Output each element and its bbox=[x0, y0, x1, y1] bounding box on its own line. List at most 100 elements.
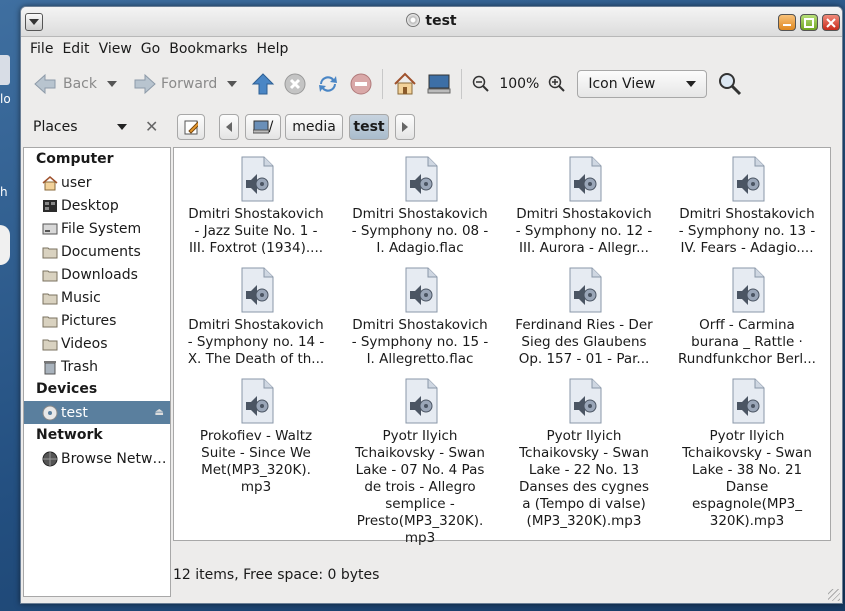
menu-edit[interactable]: Edit bbox=[59, 38, 95, 62]
file-name-line: - Symphony no. 14 - bbox=[187, 334, 325, 350]
chevron-right-icon bbox=[402, 122, 408, 132]
up-button[interactable] bbox=[247, 67, 279, 101]
maximize-button[interactable] bbox=[800, 14, 818, 31]
chevron-down-icon[interactable] bbox=[107, 81, 117, 87]
sidebar-item-documents[interactable]: Documents bbox=[24, 240, 170, 263]
file-name-line: Prokofiev - Waltz bbox=[199, 428, 313, 444]
desktop-icon-label: h bbox=[0, 185, 8, 199]
trash-icon bbox=[42, 359, 58, 375]
menu-file[interactable]: File bbox=[27, 38, 59, 62]
sidebar-item-pictures[interactable]: Pictures bbox=[24, 309, 170, 332]
path-test-button[interactable]: test bbox=[349, 114, 389, 140]
file-item[interactable]: Dmitri Shostakovich - Symphony no. 12 - II… bbox=[504, 156, 664, 257]
file-name-line: - Symphony no. 15 - bbox=[351, 334, 489, 350]
file-item[interactable]: Dmitri Shostakovich - Symphony no. 14 - X.… bbox=[176, 267, 336, 368]
path-scroll-left-button[interactable] bbox=[219, 114, 239, 140]
folder-icon bbox=[42, 244, 58, 260]
sidebar-item-label: File System bbox=[61, 220, 142, 237]
sidebar-item-label: Pictures bbox=[61, 312, 117, 329]
zoom-in-button[interactable] bbox=[543, 67, 571, 101]
sidebar-item-downloads[interactable]: Downloads bbox=[24, 263, 170, 286]
zoom-level[interactable]: 100% bbox=[495, 67, 543, 101]
minimize-button[interactable] bbox=[778, 14, 796, 31]
file-item[interactable]: Pyotr Ilyich Tchaikovsky - Swan Lake - 38 … bbox=[667, 378, 827, 530]
back-button[interactable]: Back bbox=[29, 67, 121, 101]
cd-icon bbox=[406, 13, 421, 27]
file-item[interactable]: Dmitri Shostakovich - Symphony no. 08 - I.… bbox=[340, 156, 500, 257]
reload-button[interactable] bbox=[311, 67, 345, 101]
location-bar: Places ✕ / media test bbox=[21, 107, 842, 147]
file-name-line: mp3 bbox=[240, 479, 272, 495]
zoom-out-button[interactable] bbox=[467, 67, 495, 101]
stop-button[interactable] bbox=[279, 67, 311, 101]
sidebar-item-music[interactable]: Music bbox=[24, 286, 170, 309]
audio-file-icon bbox=[731, 267, 765, 313]
forward-button[interactable]: Forward bbox=[129, 67, 241, 101]
status-bar: 12 items, Free space: 0 bytes bbox=[173, 567, 380, 583]
file-item[interactable]: Prokofiev - Waltz Suite - Since We Met(MP3… bbox=[176, 378, 336, 496]
sidebar-item-trash[interactable]: Trash bbox=[24, 355, 170, 378]
path-media-button[interactable]: media bbox=[285, 114, 343, 140]
menu-help[interactable]: Help bbox=[253, 38, 294, 62]
chevron-down-icon[interactable] bbox=[227, 81, 238, 87]
file-name-line: Tchaikovsky - Swan bbox=[682, 445, 812, 461]
close-button[interactable] bbox=[822, 14, 840, 31]
file-name-line: Ferdinand Ries - Der bbox=[515, 317, 653, 333]
path-segment: media bbox=[292, 119, 336, 135]
sidebar-item-file-system[interactable]: File System bbox=[24, 217, 170, 240]
file-view[interactable]: Dmitri Shostakovich - Jazz Suite No. 1 -I… bbox=[173, 147, 831, 546]
toolbar: Back Forward 100% Icon View bbox=[21, 63, 842, 105]
view-mode-select[interactable]: Icon View bbox=[577, 70, 708, 98]
places-label[interactable]: Places bbox=[33, 119, 78, 135]
sidebar-item-test[interactable]: test ⏏ bbox=[24, 401, 170, 424]
folder-icon bbox=[42, 267, 58, 283]
file-item[interactable]: Pyotr Ilyich Tchaikovsky - Swan Lake - 07 … bbox=[340, 378, 500, 547]
chevron-down-icon[interactable] bbox=[117, 124, 127, 130]
menu-go[interactable]: Go bbox=[138, 38, 166, 62]
file-item[interactable]: Pyotr Ilyich Tchaikovsky - Swan Lake - 22 … bbox=[504, 378, 664, 530]
resize-grip[interactable] bbox=[828, 589, 840, 601]
home-button[interactable] bbox=[388, 67, 422, 101]
sidebar-item-desktop[interactable]: Desktop bbox=[24, 194, 170, 217]
desktop-icon[interactable] bbox=[0, 55, 10, 85]
window-title: test bbox=[21, 13, 842, 29]
sidebar-item-user[interactable]: user bbox=[24, 171, 170, 194]
sidebar-item-label: test bbox=[61, 404, 88, 421]
file-name-line: Lake - 07 No. 4 Pas bbox=[355, 462, 485, 478]
file-item[interactable]: Dmitri Shostakovich - Symphony no. 15 - I.… bbox=[340, 267, 500, 368]
sidebar-item-label: Videos bbox=[61, 335, 108, 352]
menu-bookmarks[interactable]: Bookmarks bbox=[166, 38, 253, 62]
file-item[interactable]: Orff - Carmina burana _ Rattle · Rundfunkc… bbox=[667, 267, 827, 368]
file-name-line: Dmitri Shostakovich bbox=[516, 206, 652, 222]
audio-file-icon bbox=[731, 156, 765, 202]
menu-bar: File Edit View Go Bookmarks Help bbox=[21, 38, 842, 62]
sidebar-item-browse-network[interactable]: Browse Netw… bbox=[24, 447, 170, 470]
path-scroll-right-button[interactable] bbox=[395, 114, 415, 140]
sidebar-item-label: Downloads bbox=[61, 266, 138, 283]
folder-icon bbox=[42, 290, 58, 306]
path-root-button[interactable]: / bbox=[245, 114, 281, 140]
desktop-icon[interactable] bbox=[0, 225, 10, 265]
file-name-line: a (Tempo di valse) bbox=[522, 496, 646, 512]
chevron-down-icon bbox=[686, 81, 697, 87]
file-name-line: IV. Fears - Adagio.... bbox=[680, 240, 814, 256]
sidebar-section-network: Network bbox=[36, 427, 103, 443]
title-bar[interactable]: test bbox=[21, 7, 842, 37]
home-icon bbox=[42, 175, 58, 191]
desktop-background: lo h bbox=[0, 0, 20, 611]
menu-view[interactable]: View bbox=[96, 38, 138, 62]
computer-button[interactable] bbox=[422, 67, 456, 101]
sidebar-item-label: Music bbox=[61, 289, 101, 306]
sidebar-item-videos[interactable]: Videos bbox=[24, 332, 170, 355]
file-item[interactable]: Dmitri Shostakovich - Jazz Suite No. 1 -I… bbox=[176, 156, 336, 257]
search-button[interactable] bbox=[713, 67, 747, 101]
file-item[interactable]: Dmitri Shostakovich - Symphony no. 13 - IV… bbox=[667, 156, 827, 257]
audio-file-icon bbox=[404, 378, 438, 424]
eject-icon[interactable]: ⏏ bbox=[155, 407, 164, 418]
toggle-location-entry-button[interactable] bbox=[177, 114, 205, 140]
file-item[interactable]: Ferdinand Ries - Der Sieg des Glaubens Op.… bbox=[504, 267, 664, 368]
close-sidebar-icon[interactable]: ✕ bbox=[145, 117, 158, 136]
delete-button[interactable] bbox=[345, 67, 377, 101]
desktop-icon bbox=[42, 198, 58, 214]
home-icon bbox=[394, 72, 417, 95]
